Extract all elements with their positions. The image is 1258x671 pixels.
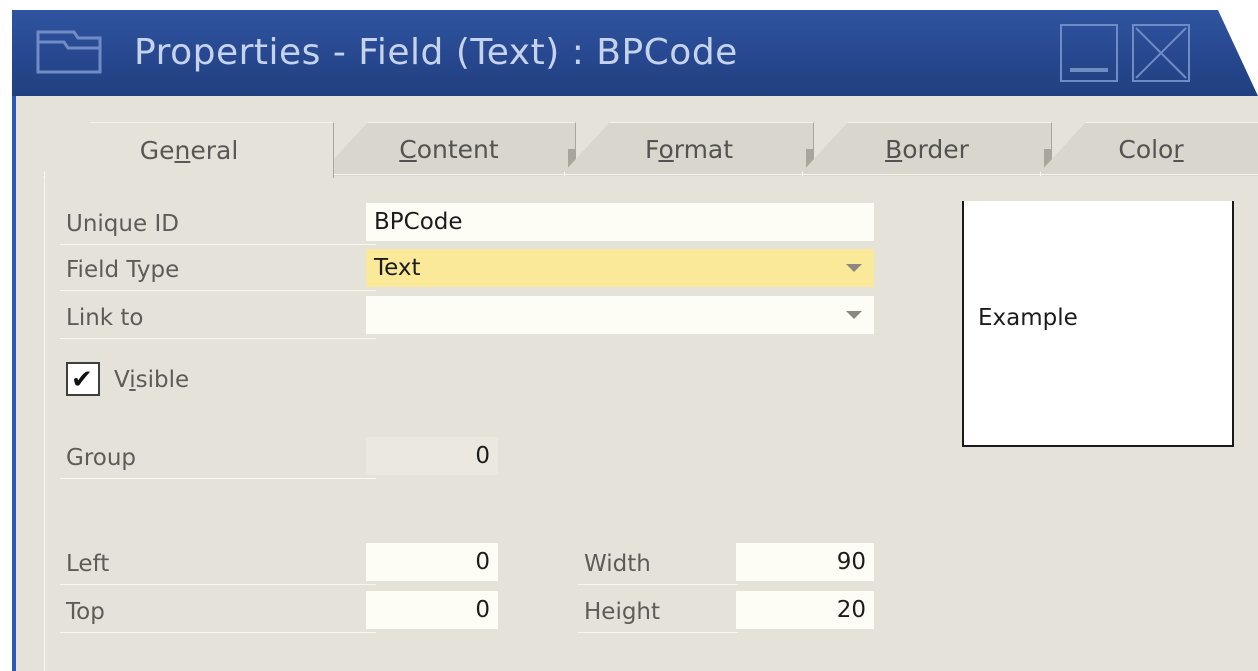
- tab-color[interactable]: Color: [1040, 122, 1258, 176]
- window-icon: [36, 30, 102, 74]
- unique-id-input[interactable]: BPCode: [366, 203, 874, 241]
- close-button[interactable]: [1132, 24, 1190, 82]
- chevron-down-icon[interactable]: [846, 311, 862, 319]
- tab-general-label: General: [139, 136, 239, 165]
- tab-general[interactable]: General: [44, 122, 334, 178]
- top-input[interactable]: 0: [366, 591, 498, 629]
- tab-content[interactable]: Content: [322, 122, 576, 176]
- unique-id-label: Unique ID: [66, 211, 179, 237]
- visible-checkbox[interactable]: ✔: [66, 362, 100, 396]
- properties-window: Properties - Field (Text) : BPCode Gener…: [0, 0, 1258, 671]
- tab-border[interactable]: Border: [802, 122, 1052, 176]
- checkmark-icon: ✔: [71, 365, 93, 395]
- tab-content-label: Content: [399, 135, 499, 164]
- width-label: Width: [584, 551, 651, 577]
- minimize-button[interactable]: [1060, 24, 1118, 82]
- top-label: Top: [66, 599, 105, 625]
- width-input[interactable]: 90: [736, 543, 874, 581]
- left-label: Left: [66, 551, 110, 577]
- group-input[interactable]: 0: [366, 437, 498, 475]
- group-label: Group: [66, 445, 137, 471]
- visible-label[interactable]: Visible: [114, 360, 189, 400]
- tab-format-label: Format: [644, 135, 734, 164]
- left-input[interactable]: 0: [366, 543, 498, 581]
- title-bar[interactable]: Properties - Field (Text) : BPCode: [12, 10, 1258, 96]
- close-icon: [1135, 27, 1187, 79]
- properties-panel: General Content Format Border Color Uniq…: [12, 96, 1258, 671]
- tab-color-label: Color: [1118, 135, 1184, 164]
- field-type-value: Text: [374, 255, 421, 281]
- titlebar-corner: [1218, 10, 1258, 96]
- height-label: Height: [584, 599, 661, 625]
- height-input[interactable]: 20: [736, 591, 874, 629]
- field-type-label: Field Type: [66, 257, 180, 283]
- link-to-label: Link to: [66, 305, 144, 331]
- link-to-select[interactable]: [366, 296, 874, 334]
- field-type-select[interactable]: Text: [366, 249, 874, 287]
- example-text: Example: [978, 305, 1078, 331]
- example-preview: Example: [962, 201, 1234, 447]
- window-title: Properties - Field (Text) : BPCode: [134, 32, 738, 73]
- tab-border-label: Border: [885, 135, 969, 164]
- chevron-down-icon[interactable]: [846, 264, 862, 272]
- tab-format[interactable]: Format: [564, 122, 814, 176]
